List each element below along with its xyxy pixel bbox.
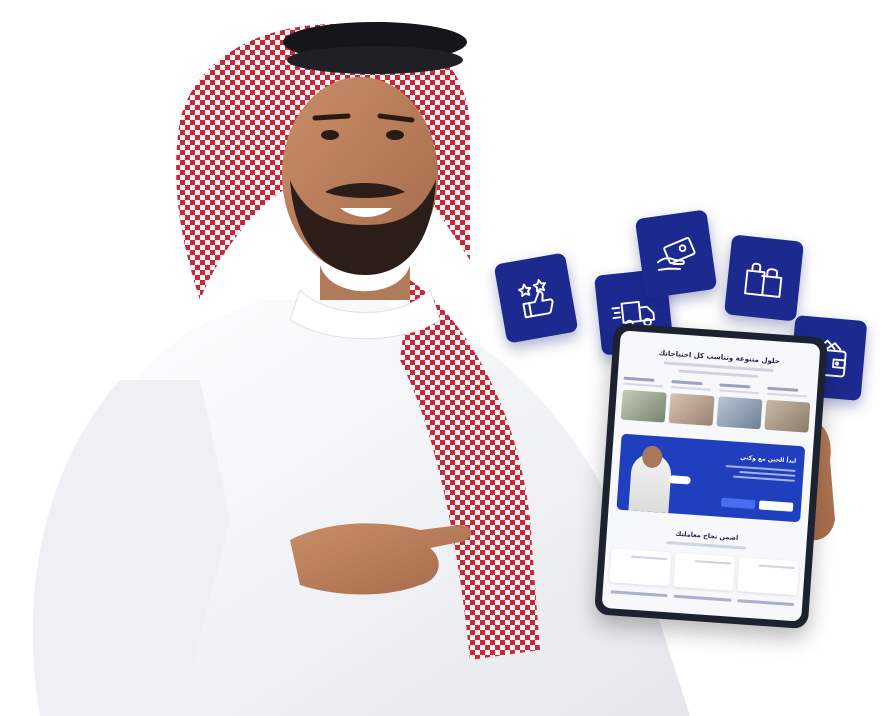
solution-column xyxy=(668,380,716,426)
tablet-screen: حلول متنوعة وتناسب كل احتياجاتك ابدأ الح… xyxy=(601,330,821,622)
screen-promo-banner: ابدأ الحين مع وكني xyxy=(616,433,806,523)
tablet-device: حلول متنوعة وتناسب كل احتياجاتك ابدأ الح… xyxy=(594,322,828,630)
banner-primary-button xyxy=(758,500,794,512)
shopping-card xyxy=(724,234,804,322)
shopping-bags-icon xyxy=(744,262,783,298)
rating-thumbs-up-icon xyxy=(518,279,554,319)
solution-photo xyxy=(716,396,763,430)
banner-badge xyxy=(668,475,691,485)
solution-column xyxy=(764,386,811,433)
banner-title: ابدأ الحين مع وكني xyxy=(739,454,797,465)
solution-column xyxy=(716,383,763,430)
solution-photo xyxy=(764,399,811,433)
rating-card xyxy=(493,252,579,344)
screen-solutions-grid xyxy=(615,368,818,433)
feature-card xyxy=(609,548,672,587)
banner-secondary-button xyxy=(720,497,756,510)
solution-column xyxy=(620,376,668,423)
feature-card xyxy=(737,557,800,596)
payment-card-icon xyxy=(656,237,696,271)
payment-card xyxy=(634,209,718,299)
solution-photo xyxy=(668,392,715,426)
feature-card xyxy=(673,552,736,591)
solution-photo xyxy=(620,389,667,423)
